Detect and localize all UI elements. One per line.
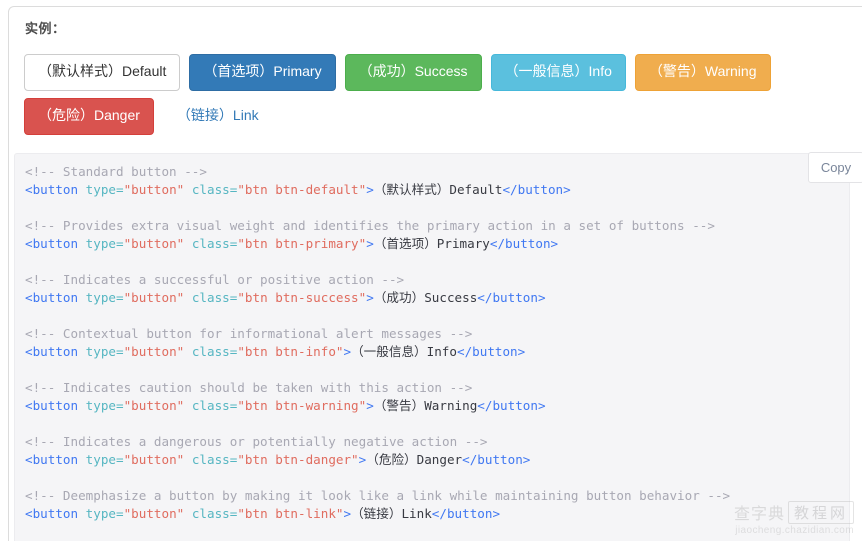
code-comment-line: <!-- Contextual button for informational… bbox=[25, 326, 473, 341]
copy-button[interactable]: Copy bbox=[808, 152, 862, 183]
code-comment-line: <!-- Provides extra visual weight and id… bbox=[25, 218, 715, 233]
code-comment-line: <!-- Indicates a dangerous or potentiall… bbox=[25, 434, 488, 449]
button-primary[interactable]: （首选项）Primary bbox=[189, 54, 336, 91]
code-comment-line: <!-- Indicates caution should be taken w… bbox=[25, 380, 473, 395]
code-markup-line: <button type="button" class="btn btn-lin… bbox=[25, 506, 501, 521]
code-block: <!-- Standard button --> <button type="bu… bbox=[14, 153, 850, 541]
button-danger[interactable]: （危险）Danger bbox=[24, 97, 154, 135]
button-default[interactable]: （默认样式）Default bbox=[24, 54, 181, 91]
code-comment-line: <!-- Standard button --> bbox=[25, 164, 207, 179]
code-markup-line: <button type="button" class="btn btn-pri… bbox=[25, 236, 559, 251]
code-content: <!-- Standard button --> <button type="bu… bbox=[25, 163, 730, 523]
code-markup-line: <button type="button" class="btn btn-def… bbox=[25, 182, 571, 197]
code-markup-line: <button type="button" class="btn btn-inf… bbox=[25, 344, 526, 359]
code-markup-line: <button type="button" class="btn btn-suc… bbox=[25, 290, 546, 305]
example-label: 实例： bbox=[25, 21, 66, 36]
code-markup-line: <button type="button" class="btn btn-war… bbox=[25, 398, 546, 413]
button-info[interactable]: （一般信息）Info bbox=[490, 54, 626, 91]
button-row: （危险）Danger （链接）Link bbox=[24, 97, 844, 135]
code-comment-line: <!-- Deemphasize a button by making it l… bbox=[25, 488, 731, 503]
button-demo-area: （默认样式）Default （首选项）Primary （成功）Success （一般信… bbox=[24, 54, 844, 142]
button-link[interactable]: （链接）Link bbox=[163, 98, 273, 135]
button-success[interactable]: （成功）Success bbox=[344, 54, 482, 91]
code-comment-line: <!-- Indicates a successful or positive … bbox=[25, 272, 405, 287]
button-row: （默认样式）Default （首选项）Primary （成功）Success （一般信… bbox=[24, 54, 844, 91]
page-root: 实例： （默认样式）Default （首选项）Primary （成功）Success… bbox=[0, 0, 862, 541]
code-markup-line: <button type="button" class="btn btn-dan… bbox=[25, 452, 531, 467]
button-warning[interactable]: （警告）Warning bbox=[634, 54, 771, 91]
